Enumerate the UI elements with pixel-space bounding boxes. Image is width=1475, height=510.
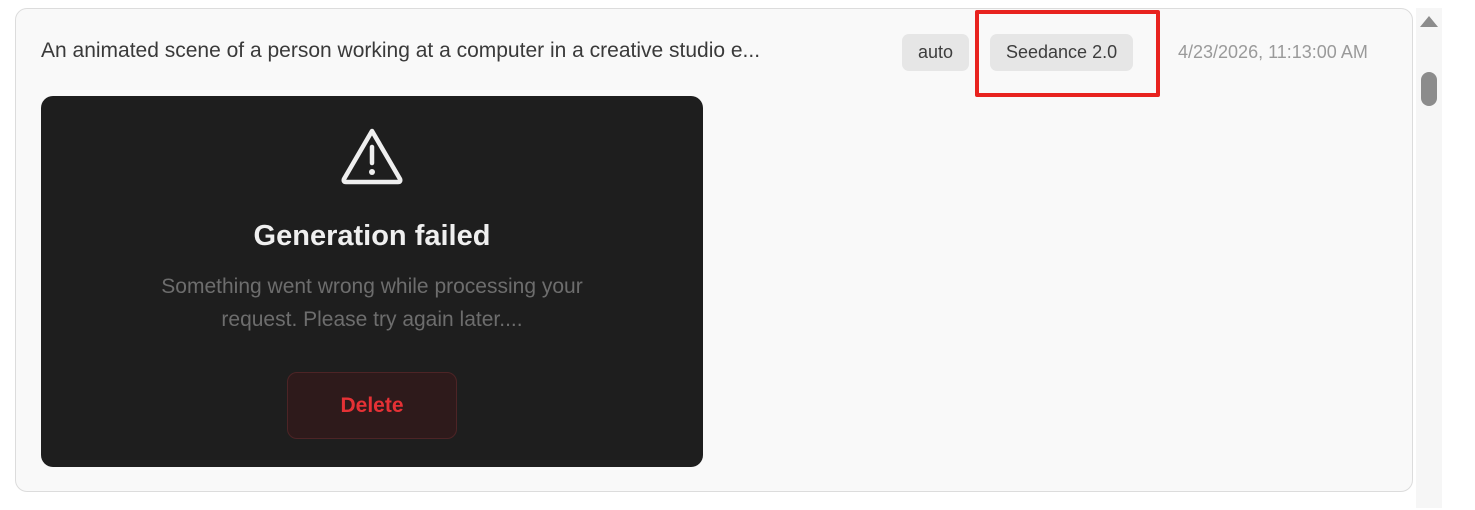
scrollbar[interactable] — [1416, 8, 1442, 508]
error-title: Generation failed — [253, 220, 491, 252]
delete-button[interactable]: Delete — [287, 372, 457, 439]
prompt-text[interactable]: An animated scene of a person working at… — [41, 39, 871, 63]
scroll-up-arrow-icon[interactable] — [1420, 16, 1438, 27]
card-header: An animated scene of a person working at… — [16, 9, 1412, 97]
highlight-box — [975, 10, 1160, 97]
page: An animated scene of a person working at… — [0, 0, 1475, 510]
warning-triangle-icon — [341, 128, 403, 185]
scroll-thumb[interactable] — [1421, 72, 1437, 106]
timestamp: 4/23/2026, 11:13:00 AM — [1178, 42, 1368, 62]
aspect-tag: auto — [902, 34, 970, 71]
error-panel: Generation failed Something went wrong w… — [41, 96, 703, 467]
generation-card: An animated scene of a person working at… — [15, 8, 1413, 492]
error-message: Something went wrong while processing yo… — [161, 275, 583, 331]
